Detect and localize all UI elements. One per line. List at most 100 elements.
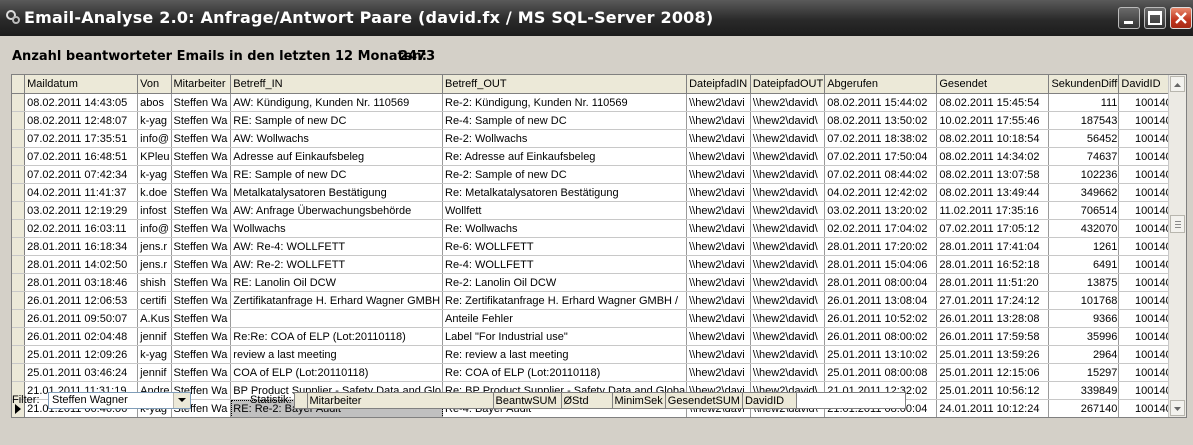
cell-betreff-out[interactable]: Re: review a last meeting: [442, 345, 688, 364]
cell-von[interactable]: infost: [137, 201, 172, 220]
cell-maildatum[interactable]: 03.02.2011 12:19:29: [24, 201, 139, 220]
cell-sekundendiff[interactable]: 35996: [1048, 327, 1120, 346]
filter-select[interactable]: Steffen Wagner: [48, 392, 191, 409]
scroll-up-button[interactable]: [1170, 76, 1185, 92]
cell-von[interactable]: jens.r: [137, 255, 172, 274]
vertical-scrollbar[interactable]: [1168, 75, 1186, 417]
row-selector[interactable]: [12, 183, 26, 202]
column-header-dateipfadout[interactable]: DateipfadOUT: [750, 75, 826, 94]
cell-maildatum[interactable]: 26.01.2011 09:50:07: [24, 309, 139, 328]
cell-betreff-in[interactable]: Metalkatalysatoren Bestätigung: [230, 183, 443, 202]
statistik-grid[interactable]: Mitarbeiter BeantwSUM ØStd MinimSek Gesendet…: [294, 392, 906, 409]
cell-dateipfadin[interactable]: \\hew2\davi: [686, 327, 751, 346]
cell-gesendet[interactable]: 07.02.2011 17:05:12: [936, 219, 1050, 238]
cell-sekundendiff[interactable]: 9366: [1048, 309, 1120, 328]
cell-sekundendiff[interactable]: 1261: [1048, 237, 1120, 256]
cell-sekundendiff[interactable]: 56452: [1048, 129, 1120, 148]
table-row[interactable]: 08.02.2011 12:48:07 k-yag Steffen Wa RE: Sa…: [12, 111, 1186, 130]
scroll-down-button[interactable]: [1170, 400, 1185, 416]
cell-betreff-out[interactable]: Re-2: Sample of new DC: [442, 165, 688, 184]
cell-dateipfadout[interactable]: \\hew2\david\: [750, 237, 826, 256]
statistik-column-4[interactable]: GesendetSUM: [665, 393, 743, 408]
cell-gesendet[interactable]: 27.01.2011 17:24:12: [936, 291, 1050, 310]
cell-betreff-in[interactable]: AW: Re-4: WOLLFETT: [230, 237, 443, 256]
cell-betreff-in[interactable]: review a last meeting: [230, 345, 443, 364]
close-button[interactable]: [1170, 7, 1192, 29]
table-row[interactable]: 07.02.2011 17:35:51 info@ Steffen Wa AW: Wo…: [12, 129, 1186, 148]
cell-abgerufen[interactable]: 07.02.2011 08:44:02: [824, 165, 938, 184]
cell-sekundendiff[interactable]: 187543: [1048, 111, 1120, 130]
cell-betreff-in[interactable]: AW: Wollwachs: [230, 129, 443, 148]
cell-maildatum[interactable]: 04.02.2011 11:41:37: [24, 183, 139, 202]
cell-dateipfadin[interactable]: \\hew2\davi: [686, 219, 751, 238]
cell-maildatum[interactable]: 28.01.2011 14:02:50: [24, 255, 139, 274]
cell-betreff-in[interactable]: RE: Sample of new DC: [230, 165, 443, 184]
cell-betreff-in[interactable]: [230, 309, 443, 328]
cell-dateipfadout[interactable]: \\hew2\david\: [750, 291, 826, 310]
cell-sekundendiff[interactable]: 6491: [1048, 255, 1120, 274]
cell-abgerufen[interactable]: 28.01.2011 15:04:06: [824, 255, 938, 274]
cell-gesendet[interactable]: 10.02.2011 17:55:46: [936, 111, 1050, 130]
row-selector[interactable]: [12, 291, 26, 310]
column-header-mitarbeiter[interactable]: Mitarbeiter: [171, 75, 232, 94]
column-header-betreff-out[interactable]: Betreff_OUT: [442, 75, 688, 94]
cell-mitarbeiter[interactable]: Steffen Wa: [171, 147, 232, 166]
cell-abgerufen[interactable]: 02.02.2011 17:04:02: [824, 219, 938, 238]
cell-betreff-out[interactable]: Re-4: WOLLFETT: [442, 255, 688, 274]
cell-sekundendiff[interactable]: 102236: [1048, 165, 1120, 184]
cell-mitarbeiter[interactable]: Steffen Wa: [171, 201, 232, 220]
cell-betreff-in[interactable]: Wollwachs: [230, 219, 443, 238]
cell-abgerufen[interactable]: 28.01.2011 17:20:02: [824, 237, 938, 256]
cell-dateipfadin[interactable]: \\hew2\davi: [686, 291, 751, 310]
cell-gesendet[interactable]: 08.02.2011 10:18:54: [936, 129, 1050, 148]
row-selector[interactable]: [12, 165, 26, 184]
cell-betreff-out[interactable]: Re: Wollwachs: [442, 219, 688, 238]
cell-mitarbeiter[interactable]: Steffen Wa: [171, 255, 232, 274]
row-selector[interactable]: [12, 255, 26, 274]
cell-betreff-out[interactable]: Wollfett: [442, 201, 688, 220]
cell-von[interactable]: k-yag: [137, 111, 172, 130]
cell-dateipfadout[interactable]: \\hew2\david\: [750, 147, 826, 166]
cell-von[interactable]: certifi: [137, 291, 172, 310]
cell-maildatum[interactable]: 28.01.2011 03:18:46: [24, 273, 139, 292]
row-selector[interactable]: [12, 201, 26, 220]
cell-dateipfadout[interactable]: \\hew2\david\: [750, 255, 826, 274]
cell-von[interactable]: jens.r: [137, 237, 172, 256]
cell-mitarbeiter[interactable]: Steffen Wa: [171, 237, 232, 256]
cell-abgerufen[interactable]: 08.02.2011 13:50:02: [824, 111, 938, 130]
cell-mitarbeiter[interactable]: Steffen Wa: [171, 93, 232, 112]
cell-dateipfadout[interactable]: \\hew2\david\: [750, 273, 826, 292]
cell-abgerufen[interactable]: 03.02.2011 13:20:02: [824, 201, 938, 220]
title-bar[interactable]: Email-Analyse 2.0: Anfrage/Antwort Paare…: [0, 0, 1193, 36]
cell-maildatum[interactable]: 02.02.2011 16:03:11: [24, 219, 139, 238]
cell-mitarbeiter[interactable]: Steffen Wa: [171, 345, 232, 364]
row-selector[interactable]: [12, 363, 26, 382]
cell-dateipfadout[interactable]: \\hew2\david\: [750, 201, 826, 220]
cell-mitarbeiter[interactable]: Steffen Wa: [171, 129, 232, 148]
cell-sekundendiff[interactable]: 13875: [1048, 273, 1120, 292]
cell-betreff-in[interactable]: RE: Sample of new DC: [230, 111, 443, 130]
table-row[interactable]: 02.02.2011 16:03:11 info@ Steffen Wa Wollwa…: [12, 219, 1186, 238]
cell-von[interactable]: abos: [137, 93, 172, 112]
table-row[interactable]: 26.01.2011 12:06:53 certifi Steffen Wa Zert…: [12, 291, 1186, 310]
cell-gesendet[interactable]: 26.01.2011 17:59:58: [936, 327, 1050, 346]
statistik-column-1[interactable]: BeantwSUM: [493, 393, 562, 408]
cell-mitarbeiter[interactable]: Steffen Wa: [171, 327, 232, 346]
cell-abgerufen[interactable]: 25.01.2011 08:00:08: [824, 363, 938, 382]
filter-dropdown-button[interactable]: [173, 393, 190, 408]
cell-gesendet[interactable]: 28.01.2011 11:51:20: [936, 273, 1050, 292]
cell-dateipfadin[interactable]: \\hew2\davi: [686, 273, 751, 292]
cell-von[interactable]: KPleu: [137, 147, 172, 166]
cell-betreff-in[interactable]: Zertifikatanfrage H. Erhard Wagner GMBH: [230, 291, 443, 310]
cell-dateipfadin[interactable]: \\hew2\davi: [686, 201, 751, 220]
row-selector[interactable]: [12, 273, 26, 292]
column-header-sekundendiff[interactable]: SekundenDiff: [1048, 75, 1120, 94]
cell-gesendet[interactable]: 08.02.2011 14:34:02: [936, 147, 1050, 166]
cell-dateipfadin[interactable]: \\hew2\davi: [686, 255, 751, 274]
cell-maildatum[interactable]: 07.02.2011 17:35:51: [24, 129, 139, 148]
cell-dateipfadout[interactable]: \\hew2\david\: [750, 309, 826, 328]
cell-mitarbeiter[interactable]: Steffen Wa: [171, 363, 232, 382]
cell-dateipfadin[interactable]: \\hew2\davi: [686, 165, 751, 184]
cell-dateipfadin[interactable]: \\hew2\davi: [686, 237, 751, 256]
table-row[interactable]: 28.01.2011 16:18:34 jens.r Steffen Wa AW: R…: [12, 237, 1186, 256]
